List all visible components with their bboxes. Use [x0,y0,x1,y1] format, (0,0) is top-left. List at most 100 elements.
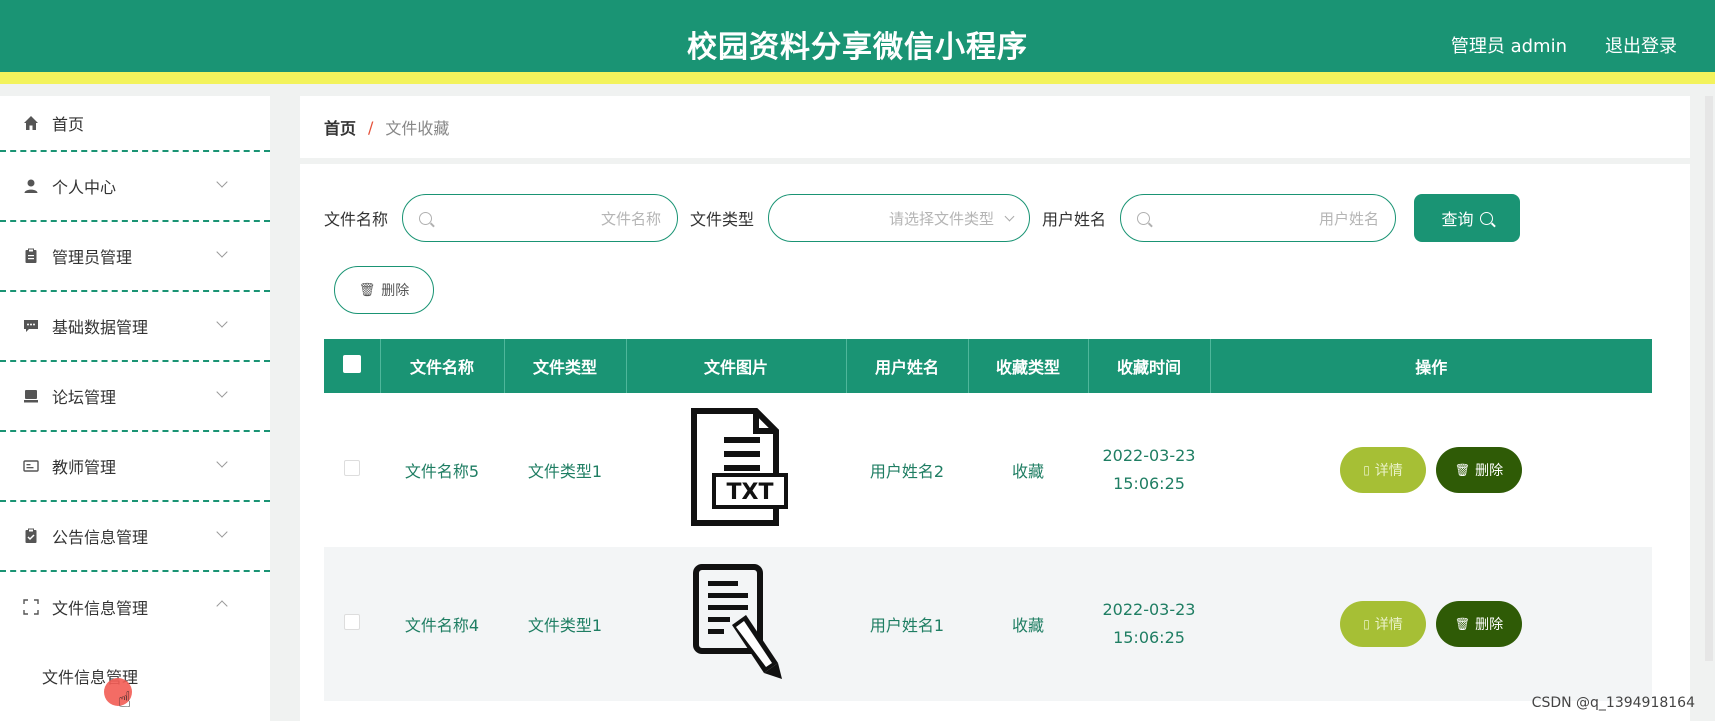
trash-icon: 🗑 [358,282,376,298]
search-icon [1137,211,1151,225]
sidebar-item-basic-data[interactable]: 基础数据管理 [0,292,270,362]
checklist-icon [22,527,40,545]
detail-button[interactable]: ▯ 详情 [1340,601,1426,647]
sidebar-item-forum[interactable]: 论坛管理 [0,362,270,432]
chevron-up-icon [216,600,228,612]
sidebar-item-label: 首页 [52,115,85,134]
fav-time-cell: 2022-03-23 15:06:25 [1088,393,1210,547]
fav-date: 2022-03-23 [1102,446,1196,465]
search-icon [1479,211,1493,225]
column-header: 文件图片 [626,339,847,393]
fav-time: 15:06:25 [1113,628,1185,647]
column-header: 文件名称 [380,339,505,393]
sidebar-item-label: 公告信息管理 [52,528,149,547]
favorites-table: 文件名称 文件类型 文件图片 用户姓名 收藏类型 收藏时间 操作 文件名称5 文… [324,339,1652,701]
fav-type-cell: 收藏 [1011,462,1044,481]
user-name-placeholder: 用户姓名 [1319,209,1380,228]
chat-icon [22,317,40,335]
file-name-placeholder: 文件名称 [601,209,662,228]
logout-link[interactable]: 退出登录 [1605,32,1677,58]
sidebar: 首页 个人中心 管理员管理 基础数据管理 论坛管理 教师管理 公告信息管理 文件… [0,96,270,721]
row-checkbox[interactable] [344,460,360,476]
fav-date: 2022-03-23 [1102,600,1196,619]
select-all-checkbox[interactable] [342,355,361,373]
breadcrumb-current: 文件收藏 [385,119,450,138]
sidebar-item-label: 个人中心 [52,178,117,197]
hand-cursor-icon: ☝ [118,688,132,713]
chevron-down-icon [1004,211,1015,221]
column-header: 操作 [1415,358,1448,377]
table-row: 文件名称4 文件类型1 用户姓名1 收藏 2022-03-23 15:06:25… [324,547,1652,701]
sidebar-item-label: 教师管理 [52,458,117,477]
batch-delete-label: 删除 [381,283,410,299]
top-bar: 校园资料分享微信小程序 管理员 admin 退出登录 [0,0,1715,84]
clipboard-icon [22,247,40,265]
user-icon [22,177,40,195]
sidebar-item-admin-management[interactable]: 管理员管理 [0,222,270,292]
breadcrumb-separator: / [368,117,374,137]
chevron-down-icon [216,316,228,328]
main-content: 首页 / 文件收藏 文件名称 文件名称 文件类型 请选择文件类型 用户姓名 用户… [300,96,1690,721]
column-header: 收藏类型 [968,339,1089,393]
chevron-down-icon [216,176,228,188]
watermark: CSDN @q_1394918164 [1531,695,1695,711]
home-icon [22,114,40,132]
column-header: 用户姓名 [846,339,969,393]
vertical-scrollbar[interactable] [1705,96,1713,661]
fav-time: 15:06:25 [1113,474,1185,493]
sidebar-item-file-info[interactable]: 文件信息管理 [0,572,270,642]
admin-user-label: 管理员 admin [1450,36,1567,57]
id-card-icon [22,457,40,475]
document-icon: ▯ [1363,463,1370,477]
actions-cell: ▯ 详情 🗑 删除 [1210,393,1652,547]
svg-text:TXT: TXT [727,480,774,505]
user-name-cell: 用户姓名2 [869,462,945,481]
breadcrumb: 首页 / 文件收藏 [300,96,1690,158]
file-image-cell: TXT [626,393,846,547]
row-checkbox[interactable] [344,614,360,630]
search-bar: 文件名称 文件名称 文件类型 请选择文件类型 用户姓名 用户姓名 查询 [324,194,1521,242]
txt-file-icon: TXT [676,405,796,531]
file-type-label: 文件类型 [690,210,755,229]
actions-cell: ▯ 详情 🗑 删除 [1210,547,1652,701]
breadcrumb-home[interactable]: 首页 [324,115,356,139]
query-button[interactable]: 查询 [1414,194,1521,242]
chevron-down-icon [216,386,228,398]
content-panel: 文件名称 文件名称 文件类型 请选择文件类型 用户姓名 用户姓名 查询 🗑 删除 [300,164,1690,721]
table-row: 文件名称5 文件类型1 TXT 用户姓名2 收藏 2022-03-23 15:0… [324,393,1652,547]
user-name-input[interactable]: 用户姓名 [1120,194,1397,242]
submenu-item-file-info[interactable]: 文件信息管理 [0,642,270,710]
search-icon [419,211,433,225]
scan-icon [22,598,40,616]
batch-delete-button[interactable]: 🗑 删除 [334,266,434,314]
file-name-cell: 文件名称5 [404,462,480,481]
user-name-label: 用户姓名 [1042,210,1107,229]
sidebar-item-personal-center[interactable]: 个人中心 [0,152,270,222]
table-header: 文件名称 文件类型 文件图片 用户姓名 收藏类型 收藏时间 操作 [324,339,1652,393]
sidebar-item-teacher[interactable]: 教师管理 [0,432,270,502]
user-name-cell: 用户姓名1 [869,616,945,635]
header-select-all [324,339,381,393]
file-name-input[interactable]: 文件名称 [402,194,679,242]
detail-label: 详情 [1374,463,1403,479]
chevron-down-icon [216,246,228,258]
sidebar-item-home[interactable]: 首页 [0,96,270,152]
trash-icon: 🗑 [1454,463,1471,477]
column-header: 文件类型 [504,339,627,393]
file-type-placeholder: 请选择文件类型 [889,209,995,228]
detail-button[interactable]: ▯ 详情 [1340,447,1426,493]
delete-button[interactable]: 🗑 删除 [1436,447,1522,493]
column-header: 收藏时间 [1088,339,1211,393]
file-name-label: 文件名称 [324,210,389,229]
sidebar-item-announcement[interactable]: 公告信息管理 [0,502,270,572]
delete-label: 删除 [1475,617,1504,633]
delete-button[interactable]: 🗑 删除 [1436,601,1522,647]
sidebar-item-label: 文件信息管理 [52,599,149,618]
row-select-cell [324,547,380,701]
row-select-cell [324,393,380,547]
detail-label: 详情 [1374,617,1403,633]
fav-time-cell: 2022-03-23 15:06:25 [1088,547,1210,701]
chevron-down-icon [216,456,228,468]
query-label: 查询 [1441,210,1474,229]
file-type-select[interactable]: 请选择文件类型 [768,194,1031,242]
